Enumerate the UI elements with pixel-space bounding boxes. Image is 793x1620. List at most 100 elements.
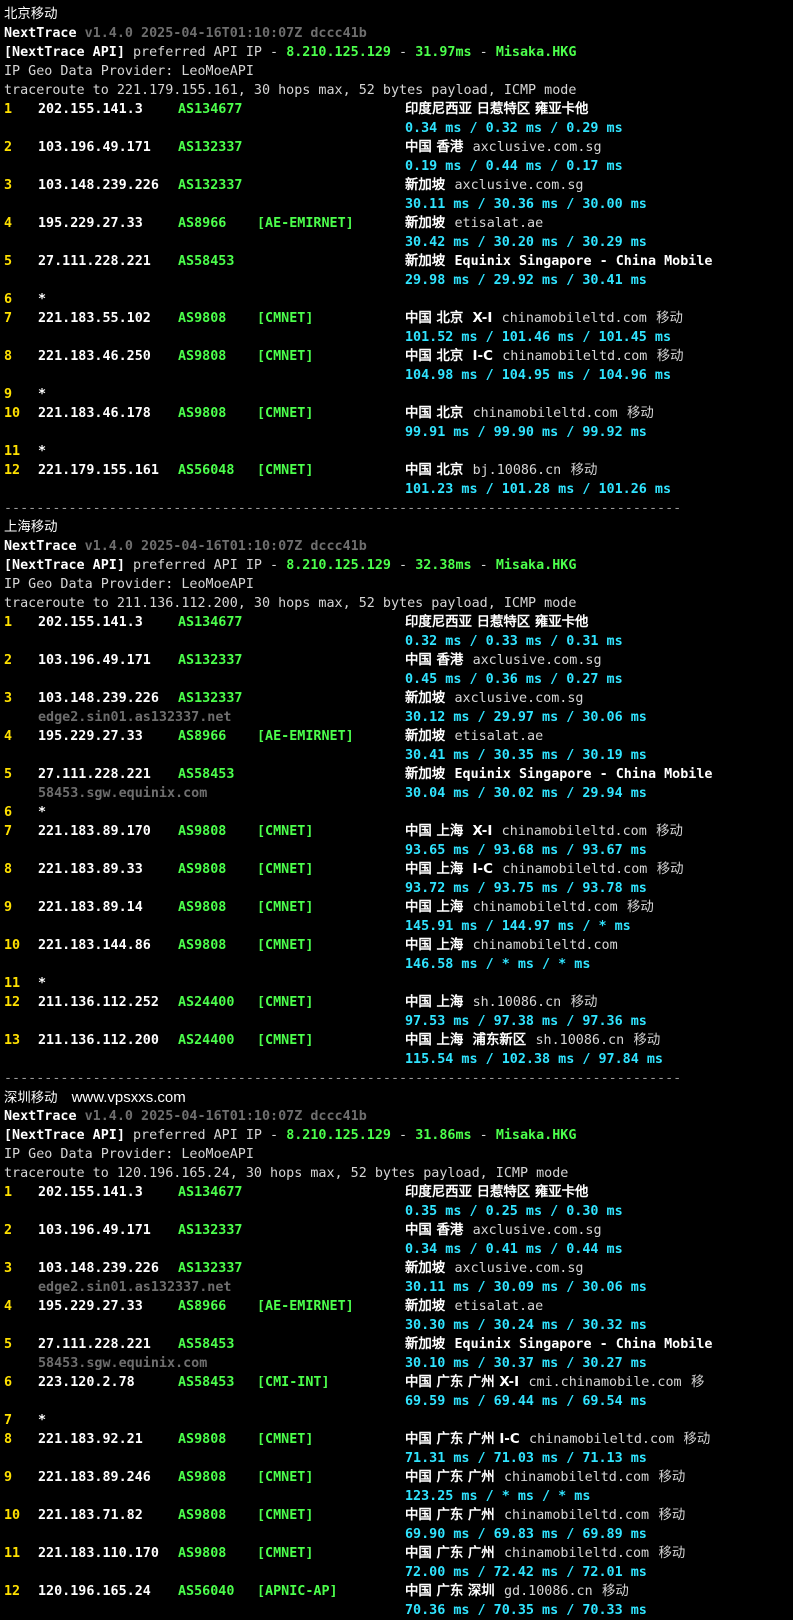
hop-ip: 195.229.27.33 <box>38 1299 143 1314</box>
hop-asn: AS134677 <box>178 102 243 117</box>
hop-location: 新加坡 Equinix Singapore - China Mobile <box>405 1335 712 1354</box>
hop-hostname: chinamobileltd.com <box>504 1508 650 1523</box>
hop-network-tag: [AE-EMIRNET] <box>257 216 354 231</box>
hop-rtt: 146.58 ms / * ms / * ms <box>405 957 591 972</box>
hop-location: 中国 广东 广州 chinamobileltd.com 移动 <box>405 1544 685 1563</box>
hop-rtt-row: 0.32 ms / 0.33 ms / 0.31 ms <box>4 632 793 651</box>
hop-rtt: 101.23 ms / 101.28 ms / 101.26 ms <box>405 482 672 497</box>
hop-row: 2 103.196.49.171 AS132337 中国 香港 axclusive.c… <box>4 138 793 157</box>
hop-asn: AS9808 <box>178 862 227 877</box>
hop-ip: 221.183.46.178 <box>38 406 151 421</box>
api-tag: [NextTrace API] <box>4 45 125 60</box>
hop-rtt-row: 58453.sgw.equinix.com 30.04 ms / 30.02 ms… <box>4 784 793 803</box>
hop-ip: 103.196.49.171 <box>38 1223 151 1238</box>
hop-row: 7 * <box>4 1411 793 1430</box>
hop-asn: AS132337 <box>178 691 243 706</box>
hop-location-text: 新加坡 <box>405 216 446 231</box>
hop-location-text: 新加坡 <box>405 1261 446 1276</box>
hop-hostname: etisalat.ae <box>454 216 544 231</box>
hop-number: 13 <box>4 1033 21 1048</box>
hop-location: 中国 广东 广州 I-C chinamobileltd.com 移动 <box>405 1430 710 1449</box>
hop-ip: 103.196.49.171 <box>38 653 151 668</box>
hop-ip: 221.183.144.86 <box>38 938 151 953</box>
hop-row: 5 27.111.228.221 AS58453 新加坡 Equinix Singap… <box>4 1335 793 1354</box>
hop-hostname: chinamobileltd.com <box>529 1432 675 1447</box>
hop-ip: 211.136.112.252 <box>38 995 159 1010</box>
hop-ip: 195.229.27.33 <box>38 216 143 231</box>
hop-location: 新加坡 axclusive.com.sg <box>405 176 584 195</box>
hop-rtt: 104.98 ms / 104.95 ms / 104.96 ms <box>405 368 672 383</box>
hop-location-text: 中国 香港 <box>405 1223 464 1238</box>
separator-line: ----------------------------------------… <box>4 501 682 516</box>
hop-number: 3 <box>4 1261 13 1276</box>
version-line: NextTrace v1.4.0 2025-04-16T01:10:07Z dc… <box>4 24 793 43</box>
hop-number: 10 <box>4 406 21 421</box>
hop-rtt-row: 69.90 ms / 69.83 ms / 69.89 ms <box>4 1525 793 1544</box>
hop-ip: 27.111.228.221 <box>38 1337 151 1352</box>
hop-rtt: 93.65 ms / 93.68 ms / 93.67 ms <box>405 843 647 858</box>
hop-location: 新加坡 etisalat.ae <box>405 214 543 233</box>
hop-rtt: 0.34 ms / 0.41 ms / 0.44 ms <box>405 1242 623 1257</box>
hop-asn: AS9808 <box>178 349 227 364</box>
hop-row: 3 103.148.239.226 AS132337 新加坡 axclusive.co… <box>4 176 793 195</box>
hop-ip: 221.183.110.170 <box>38 1546 159 1561</box>
hop-number: 7 <box>4 311 13 326</box>
hop-hostname: etisalat.ae <box>454 729 544 744</box>
hop-location: 中国 广东 广州 chinamobileltd.com 移动 <box>405 1506 685 1525</box>
api-dash2: - <box>471 558 496 573</box>
hop-rtt: 30.04 ms / 30.02 ms / 29.94 ms <box>405 786 647 801</box>
hop-isp: 移动 <box>627 406 654 421</box>
hop-row: 1 202.155.141.3 AS134677 印度尼西亚 日惹特区 雍亚卡他 <box>4 613 793 632</box>
trace-section: 上海移动 NextTrace v1.4.0 2025-04-16T01:10:07… <box>4 518 793 1088</box>
hop-rtt-row: 69.59 ms / 69.44 ms / 69.54 ms <box>4 1392 793 1411</box>
hop-rtt: 30.42 ms / 30.20 ms / 30.29 ms <box>405 235 647 250</box>
hop-ip: 221.183.92.21 <box>38 1432 143 1447</box>
hop-location: 新加坡 Equinix Singapore - China Mobile <box>405 252 712 271</box>
hop-isp: 移动 <box>633 1033 661 1048</box>
hop-location-text: 新加坡 <box>405 178 446 193</box>
hop-number: 7 <box>4 824 13 839</box>
section-separator: ----------------------------------------… <box>4 499 793 518</box>
hop-network-tag: [AE-EMIRNET] <box>257 1299 354 1314</box>
hop-rtt-row: 71.31 ms / 71.03 ms / 71.13 ms <box>4 1449 793 1468</box>
hop-rtt-row: 145.91 ms / 144.97 ms / * ms <box>4 917 793 936</box>
hop-ip: 202.155.141.3 <box>38 102 143 117</box>
hop-timeout: * <box>38 976 47 991</box>
hop-ip: 202.155.141.3 <box>38 615 143 630</box>
hop-number: 9 <box>4 1470 13 1485</box>
hop-asn: AS56040 <box>178 1584 235 1599</box>
hop-row: 4 195.229.27.33 AS8966 [AE-EMIRNET] 新加坡 etis… <box>4 727 793 746</box>
hop-location: 中国 上海 chinamobileltd.com 移动 <box>405 898 654 917</box>
hop-location-text: 中国 北京 <box>405 463 464 478</box>
hop-rtt: 123.25 ms / * ms / * ms <box>405 1489 591 1504</box>
hop-rtt-row: 101.52 ms / 101.46 ms / 101.45 ms <box>4 328 793 347</box>
hop-asn: AS9808 <box>178 900 227 915</box>
hop-rtt-row: edge2.sin01.as132337.net 30.11 ms / 30.09… <box>4 1278 793 1297</box>
hop-location: 中国 上海 chinamobileltd.com <box>405 936 618 955</box>
hop-number: 4 <box>4 216 13 231</box>
hop-rtt-row: 115.54 ms / 102.38 ms / 97.84 ms <box>4 1050 793 1069</box>
hop-row: 4 195.229.27.33 AS8966 [AE-EMIRNET] 新加坡 etis… <box>4 214 793 233</box>
hop-asn: AS58453 <box>178 1375 235 1390</box>
hop-location-text: 中国 广东 广州 <box>405 1470 495 1485</box>
hop-rtt-row: 30.11 ms / 30.36 ms / 30.00 ms <box>4 195 793 214</box>
hop-number: 11 <box>4 1546 21 1561</box>
section-title-line: 深圳移动 www.vpsxxs.com <box>4 1088 793 1107</box>
hop-location: 中国 广东 广州 chinamobileltd.com 移动 <box>405 1468 685 1487</box>
hop-row: 3 103.148.239.226 AS132337 新加坡 axclusive.co… <box>4 689 793 708</box>
hop-location-text: 中国 上海 X-I <box>405 824 493 839</box>
hop-location: 新加坡 Equinix Singapore - China Mobile <box>405 765 712 784</box>
hop-rtt-row: 30.42 ms / 30.20 ms / 30.29 ms <box>4 233 793 252</box>
api-line: [NextTrace API] preferred API IP - 8.210… <box>4 1126 793 1145</box>
hop-rtt: 69.90 ms / 69.83 ms / 69.89 ms <box>405 1527 647 1542</box>
hop-location: 新加坡 etisalat.ae <box>405 1297 543 1316</box>
hop-ip: 195.229.27.33 <box>38 729 143 744</box>
hop-number: 12 <box>4 1584 21 1599</box>
hop-location-text: 中国 广东 广州 <box>405 1508 495 1523</box>
hop-row: 12 120.196.165.24 AS56040 [APNIC-AP] 中国 广东 深… <box>4 1582 793 1601</box>
hop-rtt: 0.19 ms / 0.44 ms / 0.17 ms <box>405 159 623 174</box>
hop-rtt: 99.91 ms / 99.90 ms / 99.92 ms <box>405 425 647 440</box>
hop-row: 12 211.136.112.252 AS24400 [CMNET] 中国 上海 sh.… <box>4 993 793 1012</box>
hop-rtt-row: 99.91 ms / 99.90 ms / 99.92 ms <box>4 423 793 442</box>
hop-rtt-row: 93.72 ms / 93.75 ms / 93.78 ms <box>4 879 793 898</box>
